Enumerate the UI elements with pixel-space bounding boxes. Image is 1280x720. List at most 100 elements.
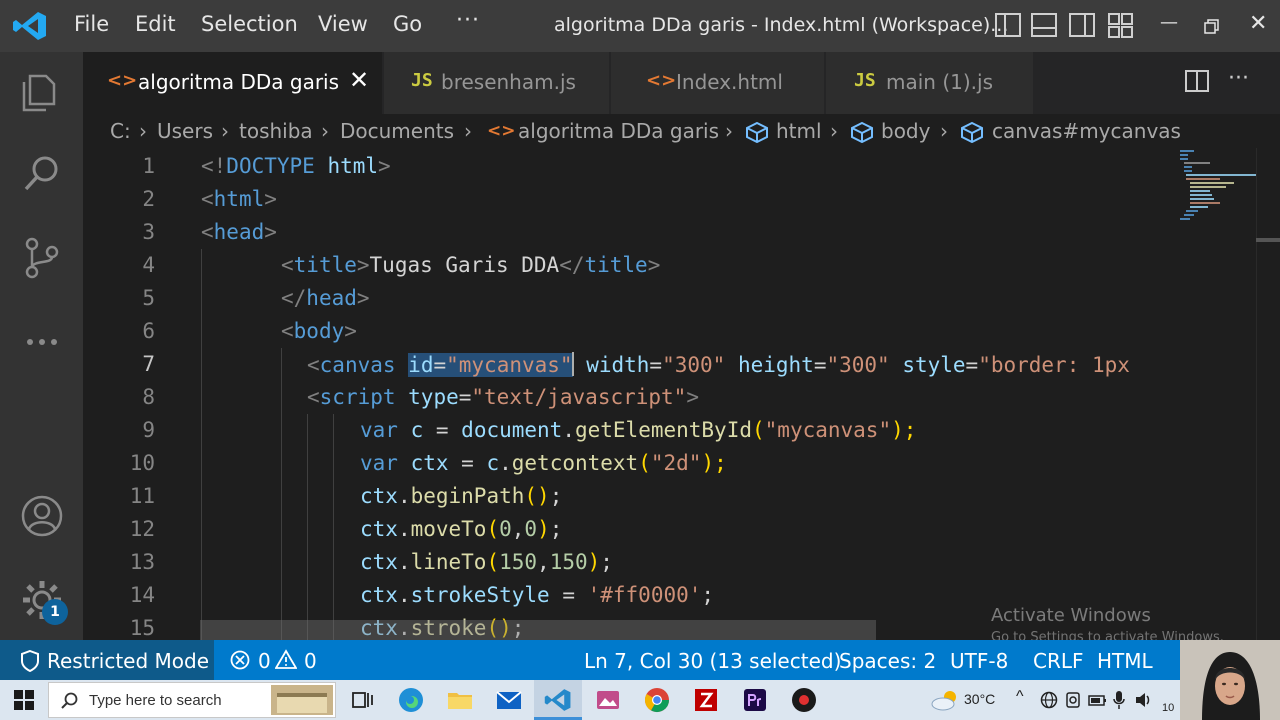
search-icon: [61, 692, 78, 709]
menu-file[interactable]: File: [74, 12, 109, 36]
customize-layout-icon[interactable]: [1108, 13, 1134, 39]
tab-main-1-js[interactable]: JS main (1).js: [826, 52, 1034, 114]
window-title: algoritma DDa garis - Index.html (Worksp…: [554, 14, 1009, 36]
error-icon: [230, 650, 250, 670]
code-line[interactable]: var ctx = c.getcontext("2d");: [360, 451, 727, 475]
code-line[interactable]: <script type="text/javascript">: [307, 385, 699, 409]
toggle-sidebar-icon[interactable]: [995, 13, 1021, 37]
scrollbar-thumb[interactable]: [1256, 238, 1280, 242]
code-line[interactable]: </head>: [281, 286, 370, 310]
network-globe-icon[interactable]: [1040, 691, 1058, 709]
tab-algoritma-dda-garis[interactable]: <> algoritma DDa garis ✕: [83, 52, 383, 114]
toggle-secondary-sidebar-icon[interactable]: [1069, 13, 1095, 37]
premiere-pro-icon[interactable]: [741, 686, 769, 714]
breadcrumb-item-canvas[interactable]: canvas#mycanvas: [992, 119, 1181, 143]
breadcrumb-item-documents[interactable]: Documents: [340, 119, 454, 143]
toggle-panel-icon[interactable]: [1031, 13, 1057, 37]
restricted-mode-indicator[interactable]: Restricted Mode: [0, 640, 214, 680]
tab-label: algoritma DDa garis: [138, 70, 340, 94]
warning-count: 0: [304, 649, 317, 673]
cursor-position[interactable]: Ln 7, Col 30 (13 selected): [584, 649, 841, 673]
edge-browser-icon[interactable]: [397, 686, 425, 714]
code-line-current[interactable]: <canvas id="mycanvas" width="300" height…: [307, 352, 1130, 377]
line-number: 8: [142, 385, 155, 409]
task-view-icon[interactable]: [348, 686, 376, 714]
line-number: 9: [142, 418, 155, 442]
problems-indicator[interactable]: 0 0: [228, 640, 328, 680]
code-line[interactable]: <head>: [201, 220, 277, 244]
code-editor[interactable]: 1 2 3 4 5 6 7 8 9 10 11 12 13 14 15 <!DO…: [83, 150, 1173, 640]
volume-icon[interactable]: [1134, 691, 1152, 709]
breadcrumb-item-body[interactable]: body: [881, 119, 930, 143]
end-of-line[interactable]: CRLF: [1033, 649, 1084, 673]
microphone-icon[interactable]: [1112, 690, 1126, 710]
code-line[interactable]: <title>Tugas Garis DDA</title>: [281, 253, 660, 277]
weather-icon[interactable]: [930, 689, 960, 711]
breadcrumb-item-drive[interactable]: C:: [110, 119, 131, 143]
tab-bresenham-js[interactable]: JS bresenham.js: [384, 52, 610, 114]
symbol-element-icon: [746, 121, 768, 143]
restore-icon[interactable]: [1204, 19, 1220, 35]
search-icon[interactable]: [20, 152, 64, 196]
tab-label: Index.html: [676, 70, 783, 94]
close-window-icon[interactable]: ✕: [1249, 11, 1267, 36]
horizontal-scrollbar[interactable]: [200, 620, 876, 640]
menu-more-icon[interactable]: ···: [456, 8, 480, 33]
menu-go[interactable]: Go: [393, 12, 422, 36]
breadcrumb-item-users[interactable]: Users: [157, 119, 213, 143]
menu-selection[interactable]: Selection: [201, 12, 298, 36]
encoding[interactable]: UTF-8: [950, 649, 1008, 673]
language-mode[interactable]: HTML: [1097, 649, 1153, 673]
more-views-icon[interactable]: [20, 320, 64, 364]
windows-start-icon[interactable]: [14, 690, 34, 710]
update-badge[interactable]: 1: [42, 599, 68, 625]
battery-icon[interactable]: [1088, 691, 1108, 709]
html-icon: <>: [487, 121, 516, 141]
breadcrumb-item-folder[interactable]: algoritma DDa garis: [518, 119, 719, 143]
more-actions-icon[interactable]: ···: [1228, 66, 1249, 91]
search-placeholder: Type here to search: [89, 692, 222, 709]
chevron-up-icon[interactable]: ^: [1016, 688, 1024, 706]
explorer-icon[interactable]: [20, 70, 64, 114]
chrome-icon[interactable]: [643, 686, 671, 714]
breadcrumb-item-html[interactable]: html: [776, 119, 822, 143]
filezilla-icon[interactable]: [692, 686, 720, 714]
code-line[interactable]: var c = document.getElementById("mycanva…: [360, 418, 916, 442]
minimize-icon[interactable]: —: [1160, 12, 1178, 33]
temperature[interactable]: 30°C: [964, 691, 995, 707]
obs-recorder-icon[interactable]: [790, 686, 818, 714]
tab-index-html[interactable]: <> Index.html: [611, 52, 825, 114]
vscode-icon: [544, 689, 571, 711]
indent-guide: [201, 249, 202, 640]
vertical-scrollbar[interactable]: [1256, 148, 1280, 640]
minimap[interactable]: [1172, 148, 1262, 640]
code-line[interactable]: <html>: [201, 187, 277, 211]
close-tab-icon[interactable]: ✕: [349, 66, 369, 94]
code-line[interactable]: <body>: [281, 319, 357, 343]
onedrive-icon[interactable]: [1064, 691, 1082, 709]
accounts-icon[interactable]: [20, 494, 64, 538]
menu-view[interactable]: View: [318, 12, 368, 36]
photos-app-icon[interactable]: [594, 686, 622, 714]
chevron-right-icon: ›: [139, 119, 147, 143]
menu-edit[interactable]: Edit: [135, 12, 176, 36]
code-line[interactable]: ctx.strokeStyle = '#ff0000';: [360, 583, 714, 607]
mail-icon[interactable]: [495, 686, 523, 714]
taskbar-item-active[interactable]: [534, 680, 582, 720]
vscode-logo-icon[interactable]: [12, 10, 48, 42]
text-selection: id="mycanvas": [408, 353, 573, 377]
symbol-element-icon: [961, 121, 983, 143]
split-editor-icon[interactable]: [1185, 70, 1209, 92]
taskbar-search-box[interactable]: Type here to search: [48, 682, 336, 718]
clock[interactable]: 10: [1162, 702, 1174, 714]
code-line[interactable]: ctx.lineTo(150,150);: [360, 550, 613, 574]
code-line[interactable]: ctx.beginPath();: [360, 484, 562, 508]
chevron-right-icon: ›: [830, 119, 838, 143]
source-control-icon[interactable]: [20, 236, 64, 280]
file-explorer-icon[interactable]: [446, 686, 474, 714]
breadcrumb-item-toshiba[interactable]: toshiba: [239, 119, 313, 143]
code-line[interactable]: ctx.moveTo(0,0);: [360, 517, 562, 541]
code-line[interactable]: <!DOCTYPE html>: [201, 154, 391, 178]
line-number: 4: [142, 253, 155, 277]
indentation[interactable]: Spaces: 2: [839, 649, 936, 673]
